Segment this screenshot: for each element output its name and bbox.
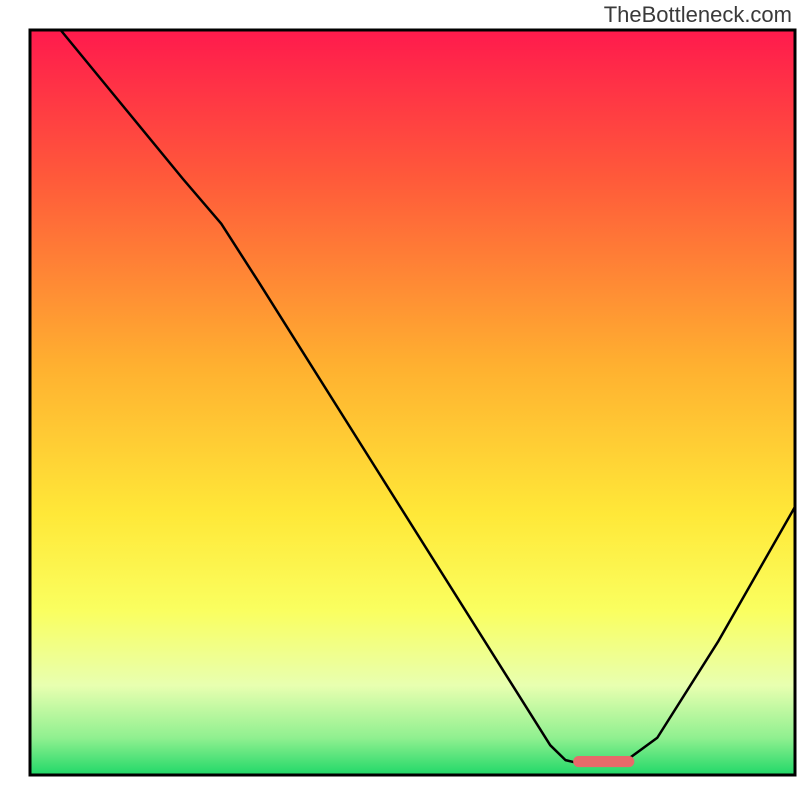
bottleneck-chart: TheBottleneck.com (0, 0, 800, 800)
chart-svg (0, 0, 800, 800)
watermark-text: TheBottleneck.com (604, 2, 792, 28)
